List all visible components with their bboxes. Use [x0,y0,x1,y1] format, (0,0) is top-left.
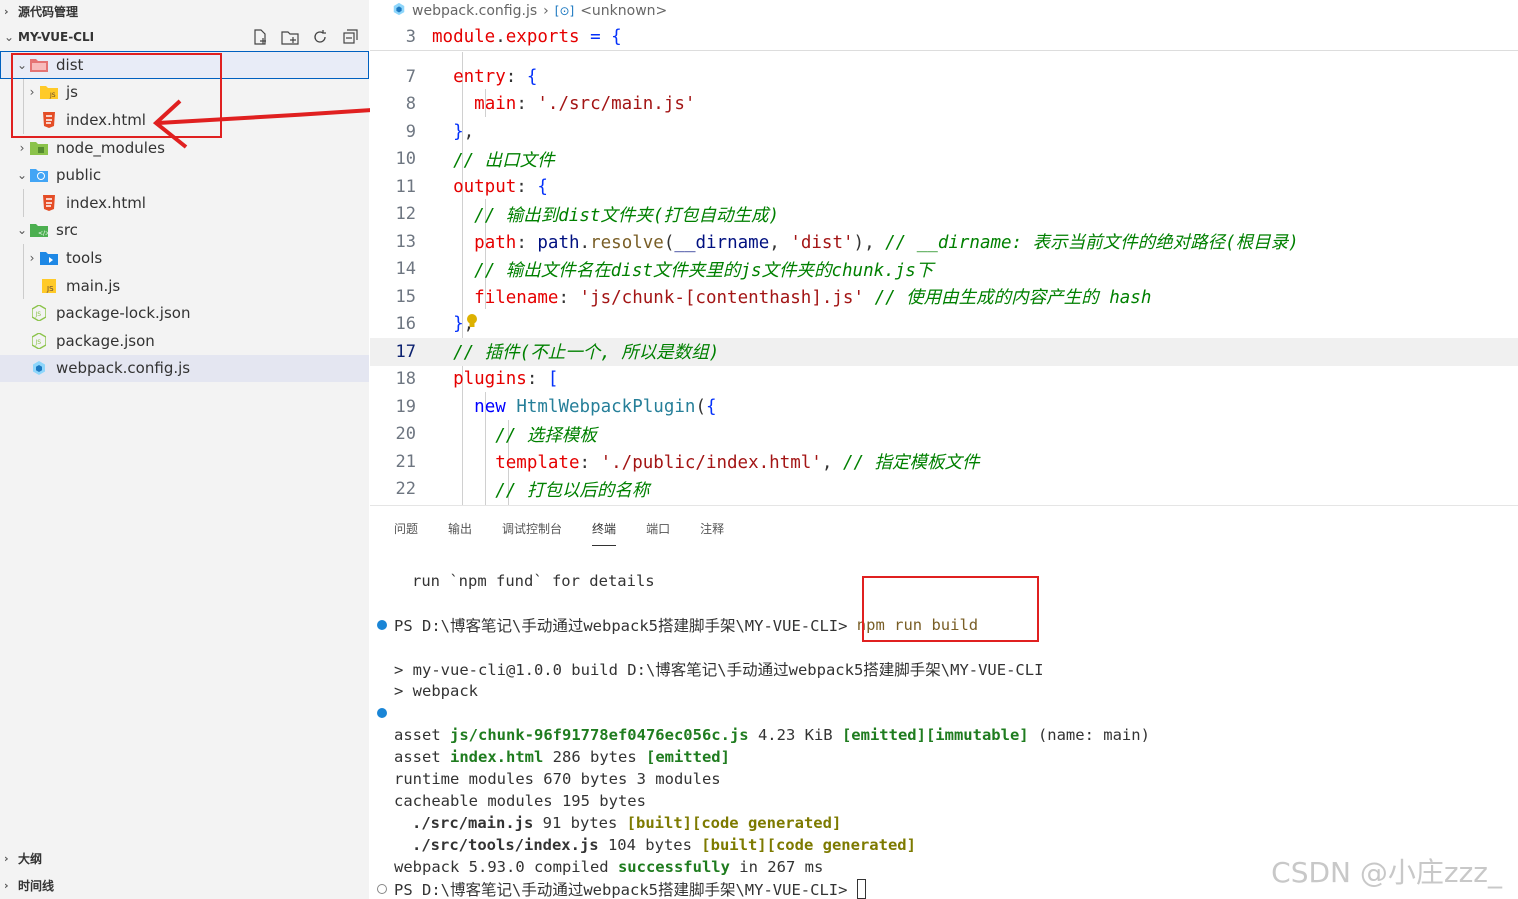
code-line: 11 output: { [395,176,548,197]
chevron-right-icon: › [4,879,9,892]
bottom-sections: › 大纲 › 时间线 [0,845,369,899]
tree-item-public-index-html[interactable]: index.html [0,188,369,217]
explorer-title: MY-VUE-CLI [18,30,95,44]
bottom-panel: 问题 输出 调试控制台 终端 端口 注释 run `npm fund` for … [370,505,1518,899]
terminal-line: cacheable modules 195 bytes [394,792,646,810]
terminal-line: asset index.html 286 bytes [emitted] [394,748,730,766]
code-line: 12 // 输出到dist文件夹(打包自动生成) [395,204,779,226]
code-line: 8 main: './src/main.js' [405,94,696,115]
outline-section-header[interactable]: › 大纲 [0,845,369,872]
nodejs-file-icon: JS [30,305,48,322]
code-line: 21 template: './public/index.html', // 指… [395,451,980,474]
new-folder-icon[interactable] [279,26,301,48]
code-line: 10 // 出口文件 [395,149,555,171]
folder-tools-icon [40,250,58,266]
chevron-right-icon: › [4,852,9,865]
folder-src-icon: </> [30,222,48,238]
svg-text:</>: </> [38,230,48,237]
symbol-variable-icon: [⊙] [554,4,575,18]
chevron-right-icon: › [543,3,549,19]
chevron-down-icon: ⌄ [16,223,28,238]
breadcrumb-symbol[interactable]: <unknown> [580,3,667,19]
explorer-actions [249,26,361,48]
js-file-icon: JS [40,278,58,294]
sticky-scroll-header[interactable]: 3 module.exports = { [370,23,1518,51]
code-line: 22 // 打包以后的名称 [395,479,650,501]
code-line: 15 filename: 'js/chunk-[contenthash].js'… [395,286,1152,309]
tab-debug-console[interactable]: 调试控制台 [502,506,562,550]
code-line: 20 // 选择模板 [395,424,597,446]
code-line: 7 entry: { [405,66,538,87]
collapse-all-icon[interactable] [339,26,361,48]
chevron-right-icon: › [29,250,35,265]
code-editor[interactable]: webpack.config.js › [⊙] <unknown> 3 modu… [370,0,1518,505]
tree-item-webpack-config-js[interactable]: webpack.config.js [0,354,369,383]
code-line-current: 17 // 插件(不止一个, 所以是数组) [370,338,1518,366]
tree-item-tools[interactable]: › tools [0,244,369,272]
sticky-code: module.exports = { [432,27,622,47]
webpack-file-icon [30,360,48,376]
chevron-right-icon: › [19,140,25,155]
html-file-icon [40,194,58,211]
terminal-line: > my-vue-cli@1.0.0 build D:\博客笔记\手动通过web… [394,661,1044,679]
annotation-arrow-icon [152,99,373,149]
watermark: CSDN @小庄zzz_ [1271,856,1502,889]
tab-output[interactable]: 输出 [448,506,472,550]
chevron-down-icon: ⌄ [4,30,15,44]
new-file-icon[interactable] [249,26,271,48]
tab-terminal[interactable]: 终端 [592,506,617,550]
svg-text:JS: JS [35,311,42,318]
svg-text:JS: JS [35,339,42,346]
terminal-line: ./src/main.js 91 bytes [built] [code gen… [412,814,842,832]
svg-text:JS: JS [46,285,54,293]
tree-item-main-js[interactable]: JS main.js [0,271,369,300]
chevron-right-icon: › [4,4,9,18]
panel-tabs: 问题 输出 调试控制台 终端 端口 注释 [370,506,1518,550]
tab-comments[interactable]: 注释 [700,506,724,550]
code-line: 14 // 输出文件名在dist文件夹里的js文件夹的chunk.js下 [395,259,934,281]
terminal-line: runtime modules 670 bytes 3 modules [394,770,721,788]
code-lines: 7 entry: { 8 main: './src/main.js' 9 }, … [370,63,1518,503]
tab-problems[interactable]: 问题 [394,506,418,550]
code-line: 9 }, [405,121,475,142]
lightbulb-icon[interactable] [466,313,478,329]
command-status-icon [377,708,387,718]
folder-node-icon [30,140,48,156]
code-line: 19 new HtmlWebpackPlugin({ [395,396,717,417]
tab-ports[interactable]: 端口 [646,506,670,550]
scm-title: 源代码管理 [18,4,79,19]
timeline-section-header[interactable]: › 时间线 [0,872,369,899]
terminal-line: > webpack [394,682,478,700]
code-line: 13 path: path.resolve(__dirname, 'dist')… [395,231,1299,254]
nodejs-file-icon: JS [30,332,48,349]
explorer-header[interactable]: ⌄ MY-VUE-CLI [0,24,369,50]
tree-item-src[interactable]: ⌄ </> src [0,217,369,245]
webpack-file-icon [392,2,406,20]
command-status-icon [377,620,387,630]
scm-section-header[interactable]: › 源代码管理 [0,0,369,22]
refresh-icon[interactable] [309,26,331,48]
code-line: 16 }, [395,314,475,335]
tree-item-package-json[interactable]: JS package.json [0,327,369,355]
chevron-down-icon: ⌄ [16,168,28,183]
annotation-box-command [862,576,1039,642]
breadcrumb-file[interactable]: webpack.config.js [412,3,537,19]
tree-item-package-lock-json[interactable]: JS package-lock.json [0,299,369,327]
command-status-icon [377,884,387,894]
terminal-line: asset js/chunk-96f91778ef0476ec056c.js 4… [394,726,1150,744]
tree-item-public[interactable]: ⌄ public [0,161,369,189]
folder-public-icon [30,167,48,183]
code-line: 18 plugins: [ [395,369,559,390]
terminal-cursor [856,879,866,899]
breadcrumb: webpack.config.js › [⊙] <unknown> [370,0,1518,22]
